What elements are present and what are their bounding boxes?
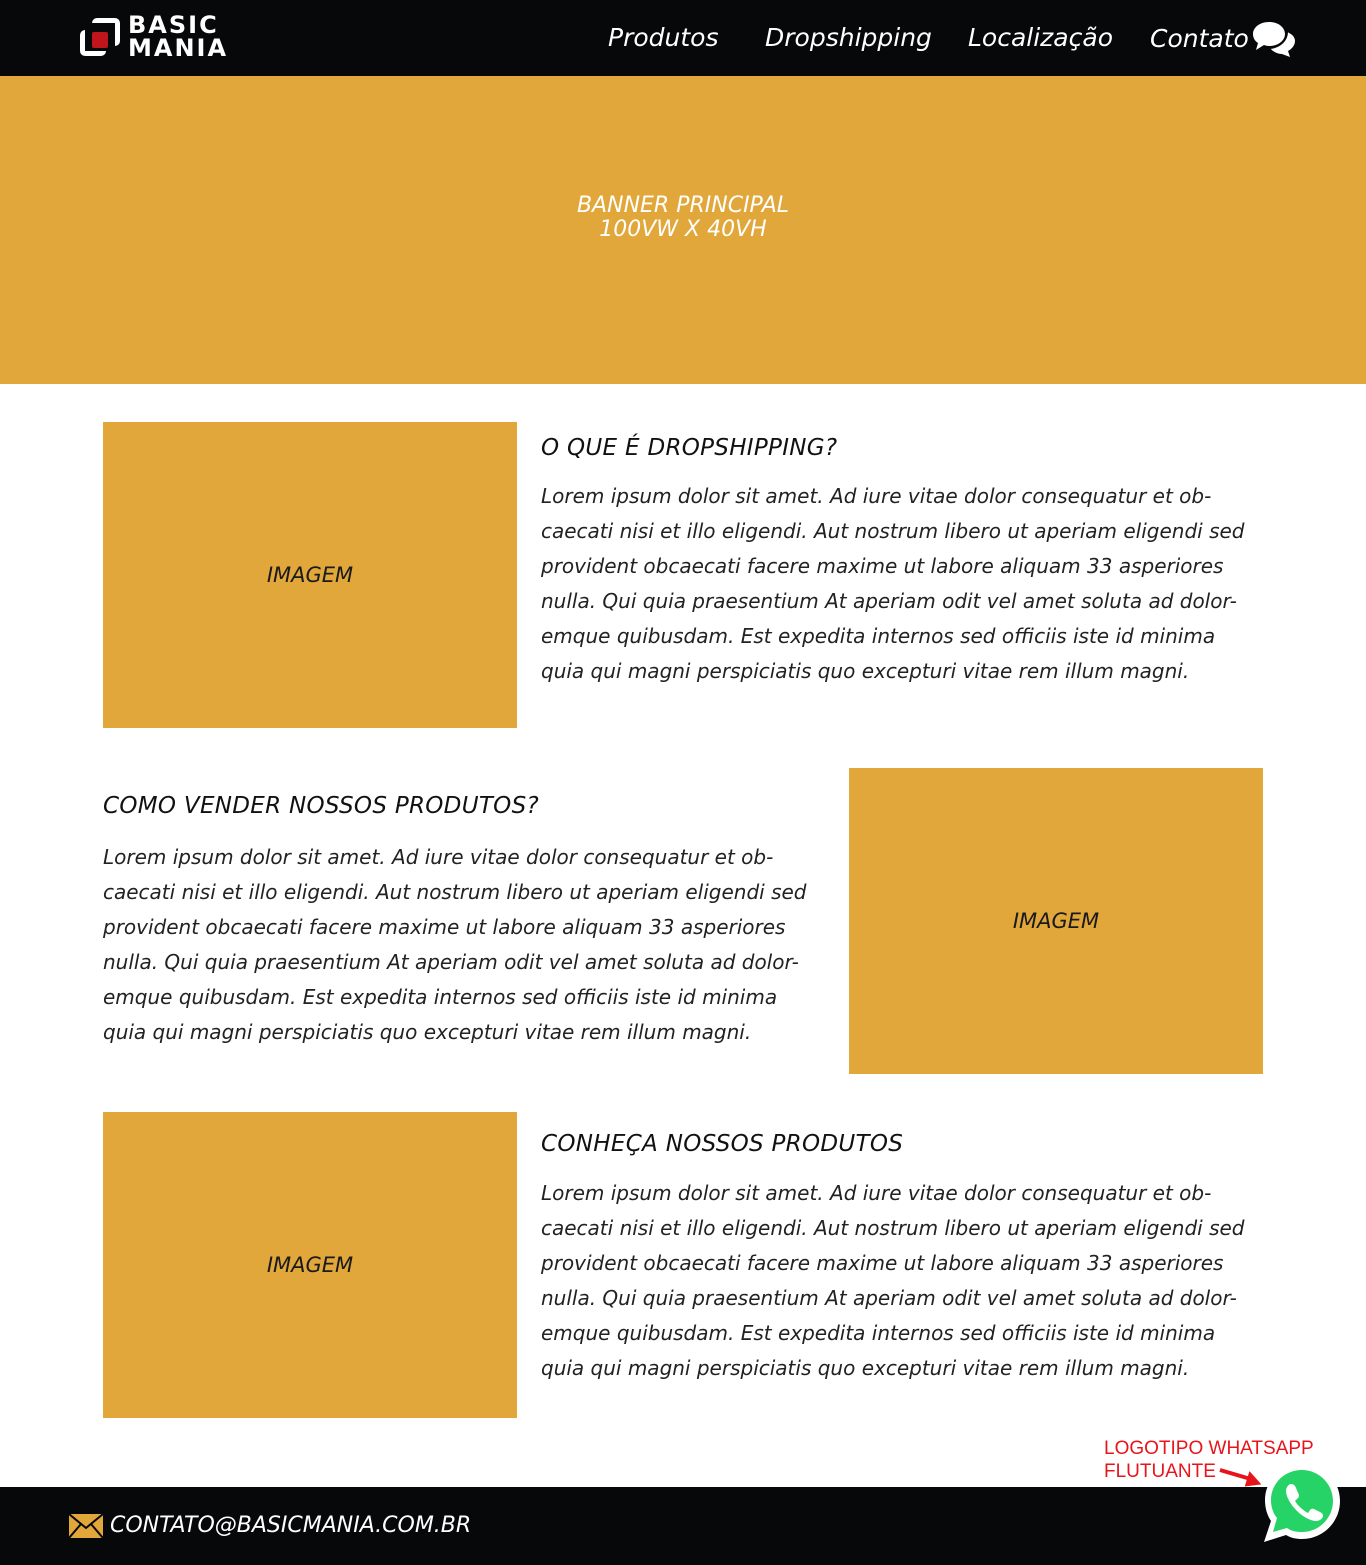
section-2-body: Lorem ipsum dolor sit amet. Ad iure vita… xyxy=(103,845,807,1044)
logo-wordmark: BASIC MANIA xyxy=(128,13,229,62)
image-placeholder-label: IMAGEM xyxy=(266,563,354,587)
footer-email-link[interactable]: CONTATO@BASICMANIA.COM.BR xyxy=(110,1510,471,1542)
envelope-icon xyxy=(68,1513,104,1539)
section-2-title: COMO VENDER NOSSOS PRODUTOS? xyxy=(103,793,539,819)
chat-bubbles-icon[interactable] xyxy=(1252,20,1296,58)
section-1-image: IMAGEM xyxy=(103,422,517,728)
section-1-body: Lorem ipsum dolor sit amet. Ad iure vita… xyxy=(541,484,1245,683)
image-placeholder-label: IMAGEM xyxy=(1012,909,1100,933)
section-3-body: Lorem ipsum dolor sit amet. Ad iure vita… xyxy=(541,1181,1245,1380)
site-footer: CONTATO@BASICMANIA.COM.BR xyxy=(0,1487,1366,1565)
logo-line-2: MANIA xyxy=(128,34,229,62)
nav-item-produtos[interactable]: Produtos xyxy=(608,18,719,58)
banner-line-2: 100VW X 40VH xyxy=(599,217,767,242)
section-3-title: CONHEÇA NOSSOS PRODUTOS xyxy=(541,1131,904,1157)
logo-mark-icon xyxy=(78,16,124,62)
nav-item-contato[interactable]: Contato xyxy=(1150,19,1249,59)
main-banner[interactable]: BANNER PRINCIPAL 100VW X 40VH xyxy=(0,76,1366,384)
site-header: BASIC MANIA Produtos Dropshipping Locali… xyxy=(0,0,1366,76)
whatsapp-icon[interactable] xyxy=(1260,1460,1344,1544)
section-1-title: O QUE É DROPSHIPPING? xyxy=(541,435,838,461)
nav-item-dropshipping[interactable]: Dropshipping xyxy=(765,18,932,58)
banner-text: BANNER PRINCIPAL 100VW X 40VH xyxy=(0,194,1366,242)
section-2-image: IMAGEM xyxy=(849,768,1263,1074)
image-placeholder-label: IMAGEM xyxy=(266,1253,354,1277)
annotation-line-1: LOGOTIPO WHATSAPP xyxy=(1104,1438,1314,1459)
nav-item-localizacao[interactable]: Localização xyxy=(968,18,1113,58)
basic-mania-logo[interactable]: BASIC MANIA xyxy=(78,13,240,64)
banner-line-1: BANNER PRINCIPAL xyxy=(576,193,790,218)
section-3-image: IMAGEM xyxy=(103,1112,517,1418)
